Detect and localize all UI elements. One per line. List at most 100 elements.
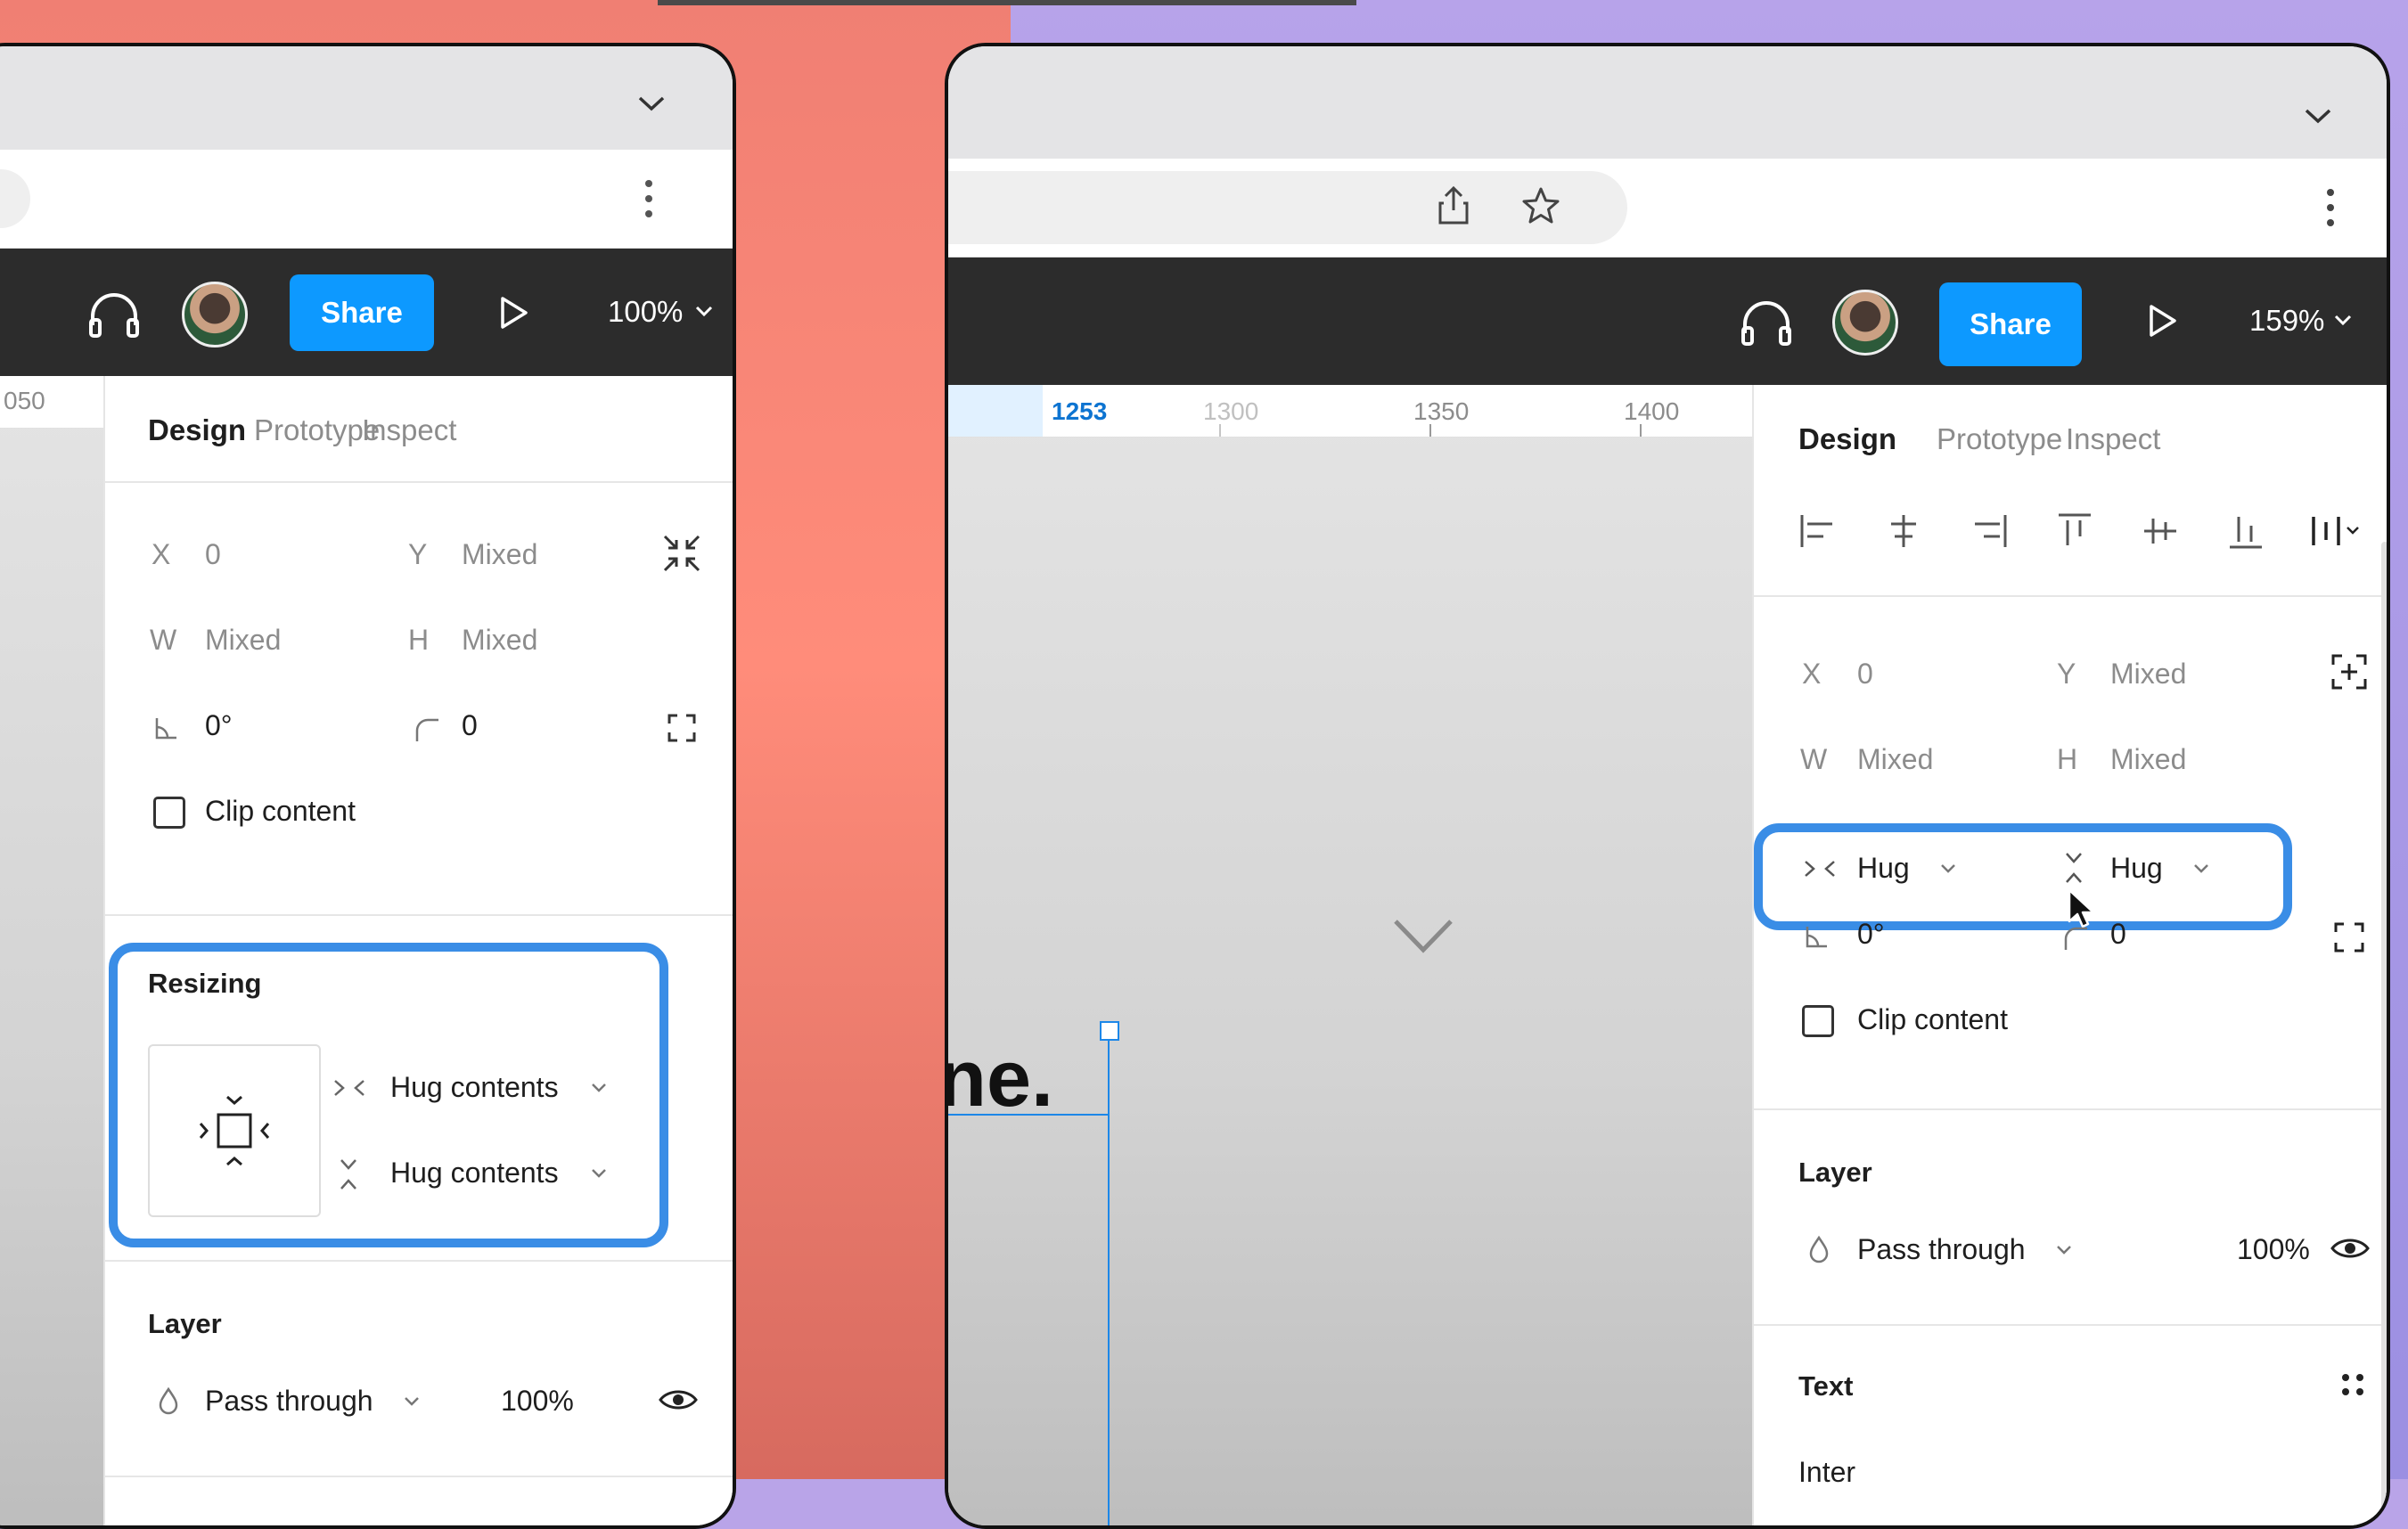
selection-handle[interactable] — [1100, 1021, 1119, 1041]
resizing-horizontal-select[interactable]: Hug contents — [390, 1071, 559, 1104]
ruler-mark — [1640, 424, 1642, 437]
bookmark-star-icon[interactable] — [1520, 185, 1561, 225]
chevron-down-icon[interactable] — [636, 93, 667, 114]
tab-design[interactable]: Design — [148, 413, 246, 447]
independent-corners-icon[interactable] — [2333, 921, 2365, 953]
hug-horizontal-icon — [1805, 861, 1835, 877]
chevron-down-icon[interactable] — [403, 1395, 421, 1408]
rotation-field[interactable]: 0° — [205, 709, 233, 742]
share-button[interactable]: Share — [1939, 282, 2082, 366]
align-horizontal-center-icon[interactable] — [1884, 511, 1923, 551]
chevron-down-icon[interactable] — [2303, 105, 2333, 127]
w-field[interactable]: Mixed — [205, 624, 281, 657]
y-label: Y — [2057, 658, 2076, 690]
opacity-field[interactable]: 100% — [501, 1385, 574, 1418]
x-field[interactable]: 0 — [1857, 658, 1873, 691]
radius-field[interactable]: 0 — [2110, 918, 2126, 951]
zoom-level[interactable]: 159% — [2249, 304, 2324, 338]
chevron-down-icon[interactable] — [2192, 863, 2210, 875]
tab-strip — [0, 46, 733, 150]
h-field[interactable]: Mixed — [2110, 743, 2186, 776]
w-field[interactable]: Mixed — [1857, 743, 1933, 776]
text-styles-grid-icon[interactable] — [2338, 1370, 2367, 1399]
distribute-icon[interactable] — [2308, 511, 2367, 551]
radius-field[interactable]: 0 — [462, 709, 478, 742]
align-bottom-icon[interactable] — [2226, 511, 2265, 551]
rotation-icon — [1806, 927, 1827, 948]
ruler-mark — [1219, 424, 1221, 437]
ruler-tick: 1400 — [1624, 397, 1680, 425]
clip-content-checkbox[interactable] — [153, 797, 185, 829]
tab-inspect[interactable]: Inspect — [2066, 422, 2160, 456]
selection-outline — [1108, 1030, 1110, 1525]
ruler-tick: 1253 — [1052, 397, 1108, 425]
tab-strip — [948, 46, 2387, 159]
tab-design[interactable]: Design — [1798, 422, 1896, 456]
panel-scrollbar[interactable] — [2381, 542, 2387, 1522]
frame-selection-icon[interactable] — [2330, 652, 2369, 691]
y-field[interactable]: Mixed — [2110, 658, 2186, 691]
canvas[interactable]: 050 — [0, 376, 103, 1525]
headphones-icon[interactable] — [87, 290, 141, 338]
chevron-down-icon[interactable] — [694, 304, 714, 318]
eye-icon[interactable] — [2330, 1235, 2371, 1262]
clip-content-checkbox[interactable] — [1802, 1005, 1834, 1037]
divider — [1754, 595, 2387, 597]
width-hug-select[interactable]: Hug — [1857, 852, 1910, 885]
constraints-collapse-icon[interactable] — [661, 533, 702, 574]
right-browser-window: Share 159% 1253 1300 1350 1400 ne. Desig… — [945, 43, 2390, 1529]
tab-inspect[interactable]: Inspect — [362, 413, 456, 447]
canvas[interactable]: 1253 1300 1350 1400 ne. — [948, 385, 1752, 1525]
resizing-vertical-select[interactable]: Hug contents — [390, 1157, 559, 1190]
divider — [105, 481, 733, 483]
layer-title: Layer — [1798, 1157, 1872, 1188]
blend-mode-select[interactable]: Pass through — [205, 1385, 373, 1418]
align-right-icon[interactable] — [1970, 511, 2009, 551]
url-field[interactable] — [0, 169, 30, 228]
align-top-icon[interactable] — [2055, 511, 2094, 551]
font-family-select[interactable]: Inter — [1798, 1456, 1855, 1489]
video-progress-bar — [658, 0, 1356, 5]
w-label: W — [150, 624, 177, 656]
chevron-down-icon[interactable] — [2055, 1244, 2073, 1256]
y-field[interactable]: Mixed — [462, 538, 537, 571]
hug-vertical-icon — [2066, 853, 2082, 883]
x-label: X — [152, 538, 171, 570]
design-panel: Design Prototype Inspect X 0 Y Mixed W M… — [1752, 385, 2387, 1525]
share-button[interactable]: Share — [290, 274, 434, 351]
tab-prototype[interactable]: Prototype — [1937, 422, 2062, 456]
chevron-down-icon[interactable] — [590, 1167, 608, 1180]
chevron-down-icon[interactable] — [2333, 313, 2353, 327]
ruler-tick: 1300 — [1203, 397, 1259, 425]
play-icon[interactable] — [2148, 304, 2178, 338]
independent-corners-icon[interactable] — [667, 713, 697, 743]
headphones-icon[interactable] — [1740, 298, 1793, 346]
play-icon[interactable] — [499, 296, 529, 330]
opacity-field[interactable]: 100% — [2237, 1233, 2310, 1266]
height-hug-select[interactable]: Hug — [2110, 852, 2163, 885]
avatar[interactable] — [1832, 290, 1898, 356]
resizing-preview[interactable] — [148, 1044, 321, 1217]
eye-icon[interactable] — [658, 1386, 699, 1413]
hug-preview-icon — [199, 1095, 270, 1166]
clip-content-label: Clip content — [1857, 1003, 2008, 1035]
h-field[interactable]: Mixed — [462, 624, 537, 657]
chevron-down-icon[interactable] — [1939, 863, 1957, 875]
zoom-level[interactable]: 100% — [608, 295, 683, 329]
rotation-field[interactable]: 0° — [1857, 918, 1885, 951]
avatar[interactable] — [182, 282, 248, 348]
align-vertical-center-icon[interactable] — [2141, 511, 2180, 551]
blend-drop-icon — [159, 1386, 178, 1415]
x-field[interactable]: 0 — [205, 538, 221, 571]
chevron-down-icon[interactable] — [590, 1082, 608, 1094]
blend-mode-select[interactable]: Pass through — [1857, 1233, 2026, 1266]
more-vert-icon[interactable] — [2324, 185, 2337, 230]
more-vert-icon[interactable] — [643, 176, 655, 221]
align-left-icon[interactable] — [1798, 511, 1838, 551]
share-page-icon[interactable] — [1437, 185, 1470, 226]
w-label: W — [1800, 743, 1828, 775]
ruler-selection-range — [948, 385, 1043, 437]
canvas-heading-text[interactable]: ne. — [948, 1034, 1053, 1125]
divider — [1754, 1108, 2387, 1110]
left-browser-window: Share 100% 050 Design Prototype Inspect … — [0, 43, 736, 1529]
